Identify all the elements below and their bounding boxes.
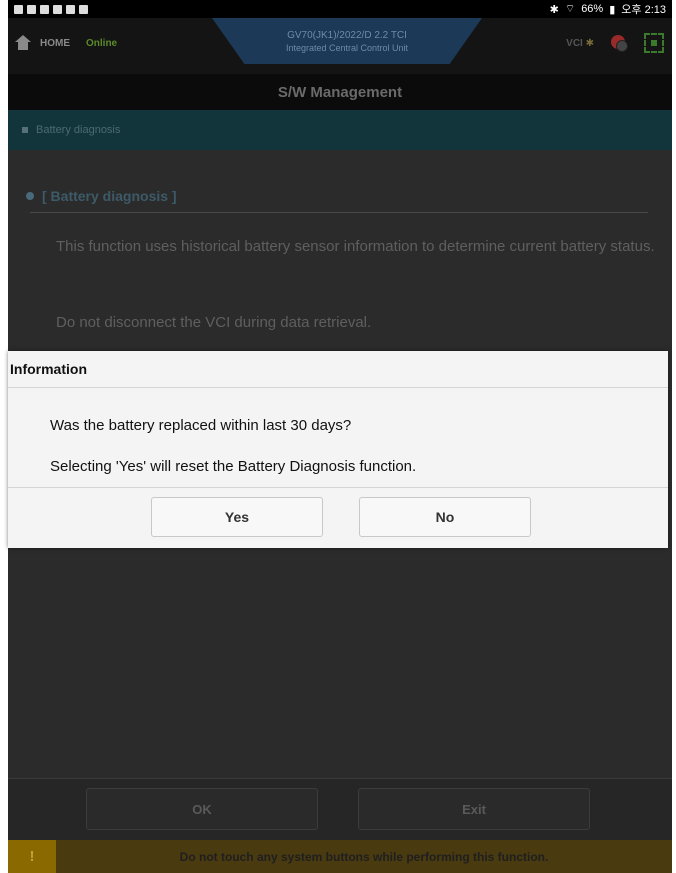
section-bar: Battery diagnosis	[8, 110, 672, 150]
globe-icon[interactable]	[608, 32, 630, 54]
status-icons-right: ✱ ⌔ 66% ▮ 오후 2:13	[550, 1, 666, 17]
ok-button[interactable]: OK	[86, 788, 318, 830]
notification-icon	[27, 4, 36, 14]
screen-capture-icon[interactable]	[644, 33, 664, 53]
status-icons-left	[14, 4, 88, 14]
online-status: Online	[86, 37, 118, 49]
section-label: Battery diagnosis	[36, 124, 121, 136]
vehicle-label: GV70(JK1)/2022/D 2.2 TCI	[287, 30, 407, 41]
warning-icon: !	[8, 840, 56, 873]
clipboard-icon	[79, 4, 88, 14]
bluetooth-icon: ✱	[549, 3, 559, 16]
no-button[interactable]: No	[359, 497, 531, 537]
bullet-icon	[26, 192, 34, 200]
vci-status[interactable]: VCI ✱	[566, 38, 594, 49]
status-bar: ✱ ⌔ 66% ▮ 오후 2:13	[8, 0, 672, 18]
warning-bar: ! Do not touch any system buttons while …	[8, 840, 672, 873]
gallery-icon	[40, 4, 49, 14]
bluetooth-icon: ✱	[585, 37, 594, 49]
description-paragraph: This function uses historical battery se…	[56, 238, 655, 255]
calendar-icon	[53, 4, 62, 14]
vci-label: VCI	[566, 37, 583, 49]
information-dialog: Information Was the battery replaced wit…	[8, 351, 668, 548]
sync-icon	[66, 4, 75, 14]
home-icon	[14, 35, 32, 51]
home-label: HOME	[40, 37, 70, 49]
dialog-divider	[8, 487, 668, 488]
square-bullet-icon	[22, 127, 28, 133]
exit-button[interactable]: Exit	[358, 788, 590, 830]
dialog-question: Was the battery replaced within last 30 …	[50, 417, 352, 434]
footer-bar: OK Exit	[8, 778, 672, 841]
app-header: HOME Online GV70(JK1)/2022/D 2.2 TCI Int…	[8, 18, 672, 74]
page-title: S/W Management	[8, 74, 672, 110]
warning-icon	[14, 4, 23, 14]
yes-button[interactable]: Yes	[151, 497, 323, 537]
warning-text: Do not touch any system buttons while pe…	[179, 849, 549, 864]
dialog-title: Information	[8, 351, 668, 388]
header-actions: VCI ✱	[566, 32, 664, 54]
divider	[30, 212, 648, 213]
dialog-note: Selecting 'Yes' will reset the Battery D…	[50, 458, 417, 475]
battery-icon: ▮	[609, 3, 616, 16]
ecu-label: Integrated Central Control Unit	[285, 43, 409, 53]
warning-paragraph: Do not disconnect the VCI during data re…	[56, 314, 372, 331]
home-button[interactable]: HOME Online	[14, 35, 117, 51]
battery-percent: 66%	[581, 3, 604, 15]
heading-text: [ Battery diagnosis ]	[42, 188, 177, 204]
clock: 오후 2:13	[621, 4, 666, 16]
wifi-icon: ⌔	[564, 3, 576, 15]
vehicle-info-tab: GV70(JK1)/2022/D 2.2 TCI Integrated Cent…	[212, 18, 482, 64]
content-heading: [ Battery diagnosis ]	[26, 188, 177, 204]
